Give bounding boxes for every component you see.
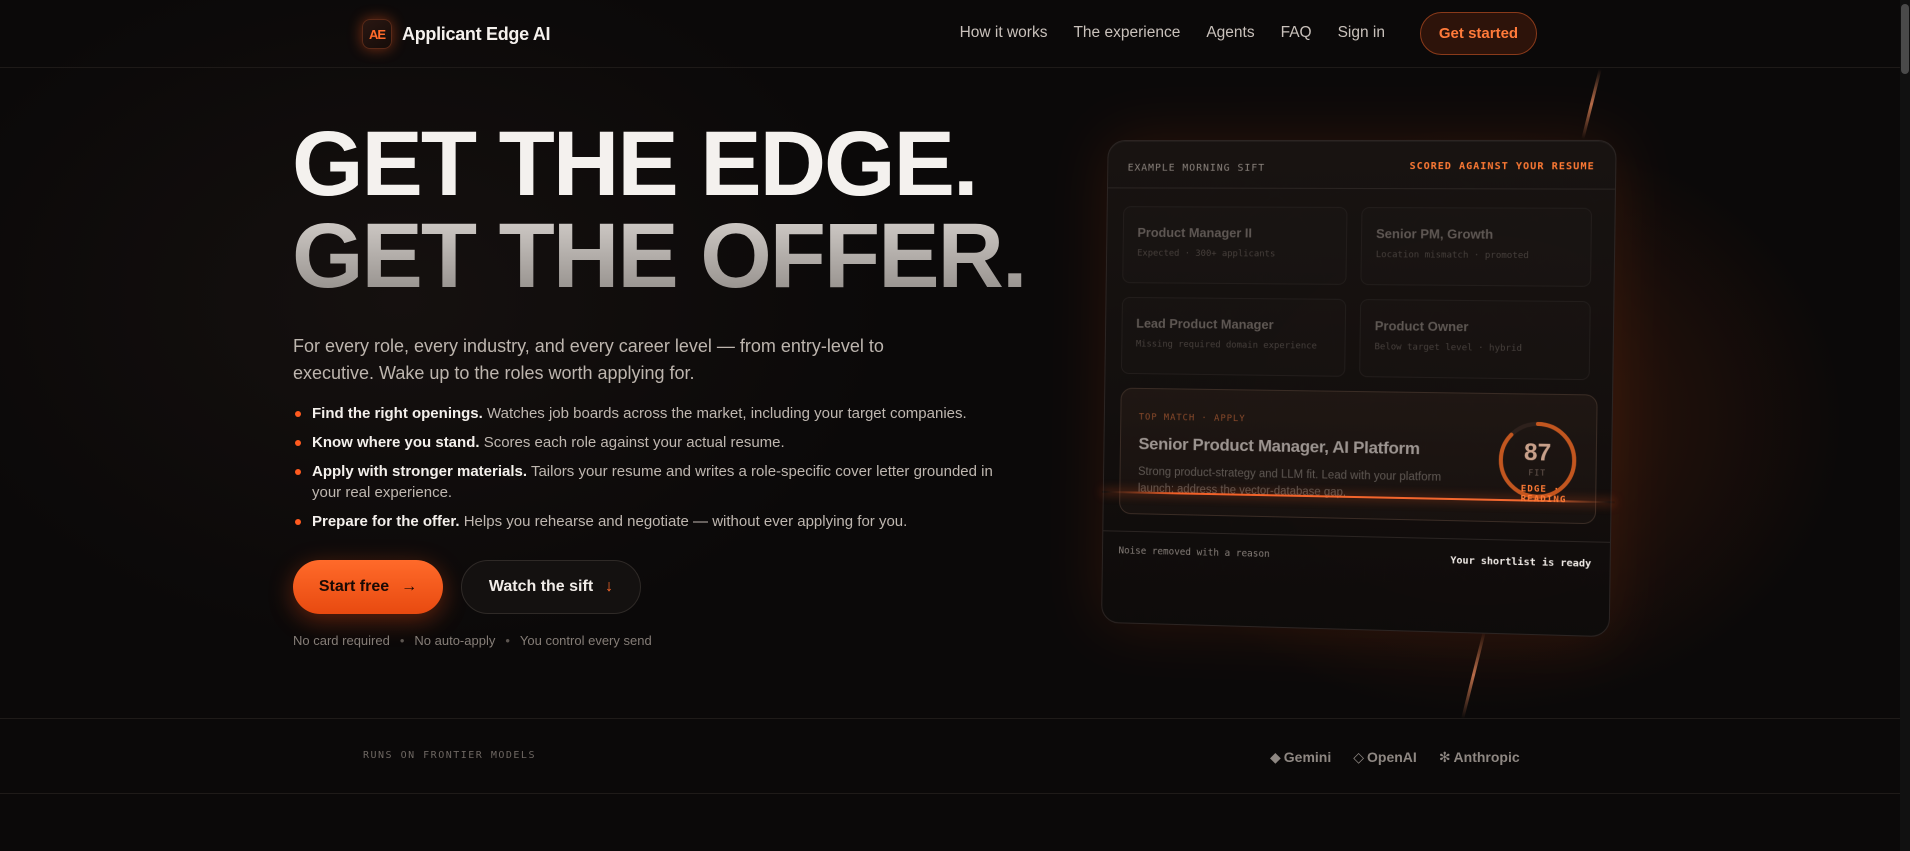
card-footer-status: Your shortlist is ready xyxy=(1450,555,1592,570)
model-name: Anthropic xyxy=(1453,749,1520,765)
nav-link-the-experience[interactable]: The experience xyxy=(1073,24,1180,42)
job-reason: Below target level · hybrid xyxy=(1374,342,1523,355)
gemini-icon: ◆ xyxy=(1270,749,1281,765)
headline-line-2: GET THE OFFER. xyxy=(292,205,1028,307)
openai-icon: ◇ xyxy=(1353,749,1365,765)
nav-link-sign-in[interactable]: Sign in xyxy=(1338,24,1385,42)
light-streak-top xyxy=(1581,68,1602,140)
reassurance-item: No card required xyxy=(293,633,390,648)
model-name: Gemini xyxy=(1283,749,1332,765)
feature-title: Apply with stronger materials. xyxy=(312,463,528,480)
arrow-right-icon: → xyxy=(401,578,418,595)
feature-item: Apply with stronger materials. Tailors y… xyxy=(293,461,993,503)
page-scrollbar[interactable] xyxy=(1900,0,1910,851)
watch-the-sift-button[interactable]: Watch the sift ↓ xyxy=(461,560,641,614)
get-started-button[interactable]: Get started xyxy=(1420,12,1537,55)
nav-links: How it works The experience Agents FAQ S… xyxy=(960,24,1385,42)
feature-title: Know where you stand. xyxy=(312,434,480,451)
feature-list: Find the right openings. Watches job boa… xyxy=(293,403,993,540)
landing-page: AE Applicant Edge AI How it works The ex… xyxy=(0,0,1910,851)
anthropic-icon: ✻ xyxy=(1438,749,1451,765)
models-label: RUNS ON FRONTIER MODELS xyxy=(363,750,536,761)
top-match-kicker: TOP MATCH · APPLY xyxy=(1138,412,1246,425)
hero-lede: For every role, every industry, and ever… xyxy=(293,336,884,383)
brand-name: Applicant Edge AI xyxy=(402,23,551,44)
reassurance-item: No auto-apply xyxy=(414,633,496,648)
model-name: OpenAI xyxy=(1367,749,1417,765)
hero-headline: GET THE EDGE. GET THE OFFER. xyxy=(292,113,1028,307)
reassurance-item: You control every send xyxy=(519,633,652,648)
job-title: Lead Product Manager xyxy=(1136,315,1274,333)
models-strip: RUNS ON FRONTIER MODELS ◆ Gemini ◇ OpenAI … xyxy=(0,718,1900,794)
card-header: EXAMPLE MORNING SIFT SCORED AGAINST YOUR… xyxy=(1107,140,1616,190)
model-logos: ◆ Gemini ◇ OpenAI ✻ Anthropic xyxy=(1270,749,1520,766)
brand-logo[interactable]: AE Applicant Edge AI xyxy=(362,19,551,49)
feature-text: Scores each role against your actual res… xyxy=(479,434,785,451)
watch-the-sift-label: Watch the sift xyxy=(488,578,594,595)
arrow-down-icon: ↓ xyxy=(605,578,614,595)
nav-link-agents[interactable]: Agents xyxy=(1206,24,1254,42)
model-gemini: ◆ Gemini xyxy=(1270,749,1331,766)
job-title: Product Owner xyxy=(1374,318,1469,335)
card-footer-note: Noise removed with a reason xyxy=(1118,545,1270,560)
card-header-badge: SCORED AGAINST YOUR RESUME xyxy=(1409,161,1595,173)
feature-title: Prepare for the offer. xyxy=(312,513,460,530)
nav-link-how-it-works[interactable]: How it works xyxy=(960,24,1048,42)
fit-score-label: FIT xyxy=(1528,468,1547,478)
feature-text: Watches job boards across the market, in… xyxy=(482,405,967,422)
feature-item: Know where you stand. Scores each role a… xyxy=(293,432,993,453)
job-reason: Missing required domain experience xyxy=(1135,339,1318,352)
edge-reading-tag: EDGE · READING xyxy=(1520,484,1567,506)
start-free-label: Start free xyxy=(318,578,390,595)
job-reason: Location mismatch · promoted xyxy=(1375,250,1529,262)
job-title: Senior PM, Growth xyxy=(1375,226,1494,242)
filtered-job-card: Lead Product Manager Missing required do… xyxy=(1120,296,1347,377)
top-match-title: Senior Product Manager, AI Platform xyxy=(1138,434,1420,459)
reassurance-row: No card required • No auto-apply • You c… xyxy=(293,633,652,648)
top-nav: AE Applicant Edge AI How it works The ex… xyxy=(0,0,1900,68)
filtered-job-card: Product Manager II Expected · 300+ appli… xyxy=(1122,206,1348,285)
model-openai: ◇ OpenAI xyxy=(1353,749,1417,766)
feature-title: Find the right openings. xyxy=(312,405,483,422)
logo-mark-icon: AE xyxy=(362,19,392,49)
start-free-button[interactable]: Start free → xyxy=(293,560,443,614)
card-header-label: EXAMPLE MORNING SIFT xyxy=(1127,162,1266,174)
scrollbar-thumb[interactable] xyxy=(1901,4,1909,74)
job-title: Product Manager II xyxy=(1137,224,1253,241)
feature-item: Prepare for the offer. Helps you rehears… xyxy=(293,511,993,532)
fit-score-value: 87 xyxy=(1523,438,1552,467)
feature-text: Helps you rehearse and negotiate — witho… xyxy=(459,513,908,530)
headline-line-1: GET THE EDGE. xyxy=(292,113,979,215)
separator-dot: • xyxy=(505,633,510,648)
filtered-job-card: Product Owner Below target level · hybri… xyxy=(1359,299,1591,381)
job-reason: Expected · 300+ applicants xyxy=(1137,248,1276,260)
filtered-job-card: Senior PM, Growth Location mismatch · pr… xyxy=(1360,207,1593,287)
light-streak-bottom xyxy=(1461,630,1486,720)
model-anthropic: ✻ Anthropic xyxy=(1439,749,1520,766)
card-divider xyxy=(1103,530,1610,543)
feature-item: Find the right openings. Watches job boa… xyxy=(293,403,993,424)
morning-sift-card: EXAMPLE MORNING SIFT SCORED AGAINST YOUR… xyxy=(1101,139,1617,638)
nav-link-faq[interactable]: FAQ xyxy=(1281,24,1312,42)
separator-dot: • xyxy=(399,633,405,648)
